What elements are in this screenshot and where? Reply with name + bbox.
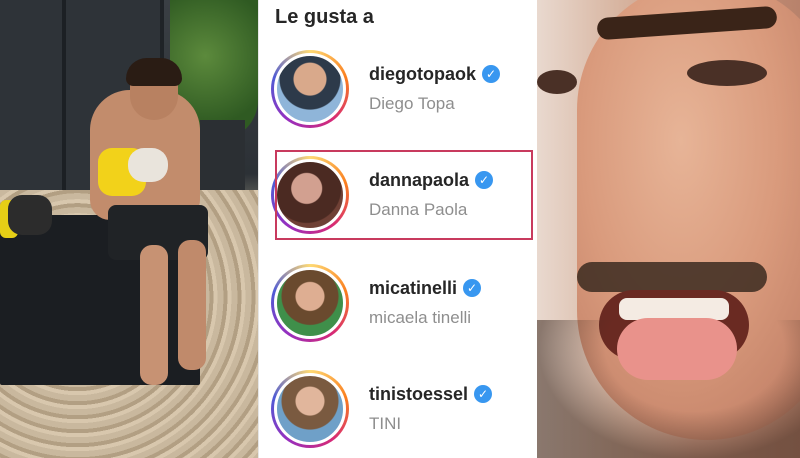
mustache <box>577 262 767 292</box>
person-leg <box>140 245 168 385</box>
username-text: diegotopaok <box>369 64 476 84</box>
avatar-image <box>274 53 346 125</box>
full-name: micaela tinelli <box>369 308 472 327</box>
like-row[interactable]: tinistoessel ✓ TINI <box>259 364 537 456</box>
full-name: TINI <box>369 414 402 433</box>
like-row[interactable]: micatinelli ✓ micaela tinelli <box>259 258 537 350</box>
likes-title: Le gusta a <box>275 6 374 28</box>
avatar-image <box>274 267 346 339</box>
person-leg <box>178 240 206 370</box>
verified-badge-icon: ✓ <box>474 385 493 403</box>
avatar[interactable] <box>271 264 349 342</box>
like-row[interactable]: diegotopaok ✓ Diego Topa <box>259 44 537 136</box>
username[interactable]: tinistoessel ✓ <box>369 384 493 405</box>
dog-head <box>128 148 168 182</box>
small-dog <box>8 195 52 235</box>
avatar-image <box>274 373 346 445</box>
plant-pot <box>200 120 245 195</box>
username[interactable]: diegotopaok ✓ <box>369 64 500 85</box>
photo-face-closeup <box>537 0 800 458</box>
beard-shadow <box>537 320 800 458</box>
username[interactable]: micatinelli ✓ <box>369 278 482 299</box>
full-name: Diego Topa <box>369 94 455 113</box>
likes-panel: Le gusta a diegotopaok ✓ Diego Topa danna… <box>258 0 538 458</box>
verified-badge-icon: ✓ <box>463 279 482 297</box>
verified-badge-icon: ✓ <box>482 65 500 83</box>
eye <box>687 60 767 86</box>
username-text: micatinelli <box>369 278 458 298</box>
avatar[interactable] <box>271 50 349 128</box>
photo-man-with-dogs <box>0 0 258 458</box>
username-text: tinistoessel <box>369 384 469 404</box>
highlight-box <box>275 150 533 240</box>
person-hair <box>126 58 182 86</box>
avatar[interactable] <box>271 370 349 448</box>
eye <box>537 70 577 94</box>
teeth <box>619 298 729 320</box>
